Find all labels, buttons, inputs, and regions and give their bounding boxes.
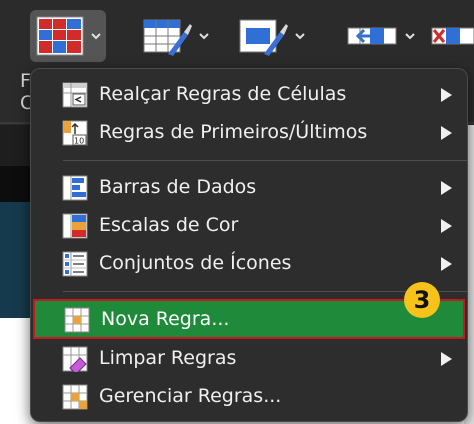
clear-rules-icon [62, 346, 88, 372]
manage-rules-icon [62, 384, 88, 410]
submenu-arrow-icon [441, 88, 452, 102]
icon-sets-icon [62, 251, 88, 277]
menu-item-color-scales[interactable]: Escalas de Cor [31, 206, 467, 244]
menu-item-label: Nova Regra... [101, 308, 230, 330]
menu-item-label: Regras de Primeiros/Últimos [99, 121, 368, 143]
menu-item-manage-rules[interactable]: Gerenciar Regras... [31, 377, 467, 415]
color-scales-icon [62, 213, 88, 239]
menu-item-label: Realçar Regras de Células [99, 83, 347, 105]
chevron-down-icon [405, 33, 415, 40]
new-rule-icon [64, 307, 90, 333]
submenu-arrow-icon [441, 257, 452, 271]
format-as-table-icon [143, 19, 192, 56]
conditional-formatting-button[interactable] [30, 10, 106, 62]
data-bars-icon [62, 175, 88, 201]
submenu-arrow-icon [441, 219, 452, 233]
insert-cells-button[interactable] [346, 10, 420, 62]
delete-cells-button[interactable] [430, 10, 474, 62]
chevron-down-icon [199, 33, 209, 40]
insert-cells-icon [347, 27, 397, 45]
menu-item-top-bottom-rules[interactable]: 10 Regras de Primeiros/Últimos [31, 113, 467, 151]
chevron-down-icon [91, 33, 101, 40]
delete-cells-icon [431, 27, 474, 45]
menu-item-data-bars[interactable]: Barras de Dados [31, 168, 467, 206]
format-as-table-button[interactable] [140, 10, 214, 62]
cell-styles-icon [239, 19, 288, 56]
menu-item-icon-sets[interactable]: Conjuntos de Ícones [31, 244, 467, 282]
svg-text:10: 10 [74, 137, 84, 146]
chevron-down-icon [295, 33, 305, 40]
menu-item-new-rule[interactable]: Nova Regra... [33, 299, 465, 339]
menu-item-label: Barras de Dados [99, 176, 257, 198]
menu-item-label: Limpar Regras [99, 347, 237, 369]
conditional-formatting-icon [36, 16, 84, 56]
submenu-arrow-icon [441, 126, 452, 140]
menu-separator [63, 160, 467, 161]
menu-item-clear-rules[interactable]: Limpar Regras [31, 339, 467, 377]
step-badge: 3 [404, 282, 440, 318]
top-bottom-rules-icon: 10 [62, 120, 88, 146]
menu-item-label: Conjuntos de Ícones [99, 252, 292, 274]
menu-item-label: Escalas de Cor [99, 214, 239, 236]
submenu-arrow-icon [441, 352, 452, 366]
menu-item-label: Gerenciar Regras... [99, 385, 282, 407]
conditional-formatting-menu: Realçar Regras de Células 10 Regras de P… [30, 68, 468, 422]
submenu-arrow-icon [441, 181, 452, 195]
highlight-cells-rules-icon [62, 82, 88, 108]
menu-item-highlight-cells-rules[interactable]: Realçar Regras de Células [31, 75, 467, 113]
cell-styles-button[interactable] [236, 10, 310, 62]
